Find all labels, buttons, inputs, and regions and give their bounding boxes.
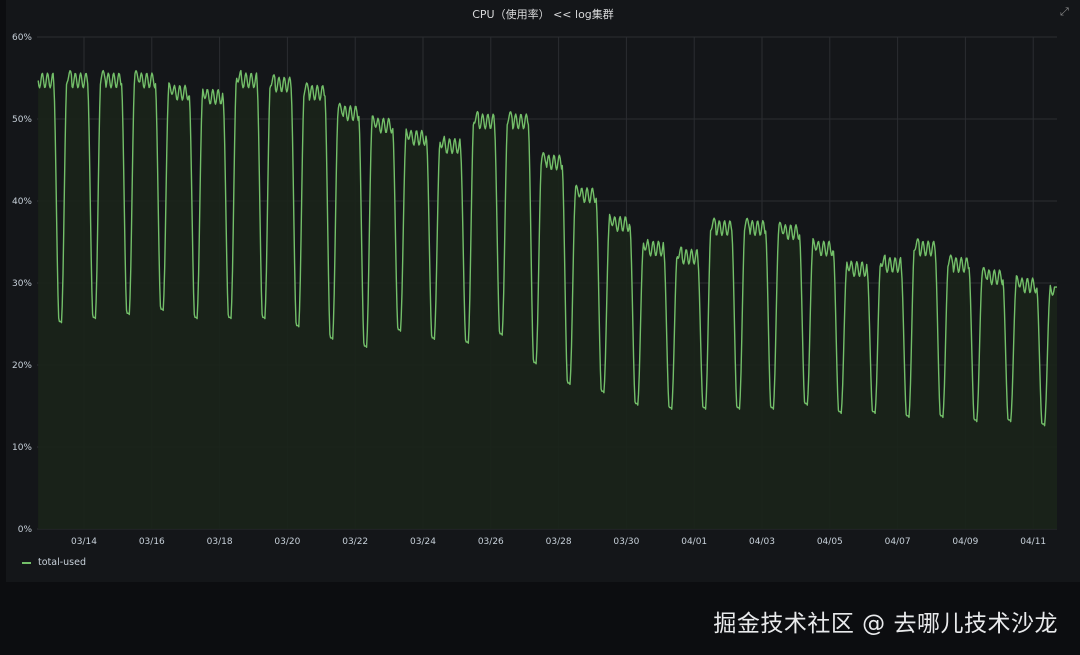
x-tick-label: 04/07 [885,537,911,547]
x-tick-label: 04/03 [749,537,775,547]
y-tick-label: 60% [12,33,32,43]
x-tick-label: 04/11 [1020,537,1046,547]
x-tick-label: 03/28 [546,537,572,547]
x-tick-label: 03/22 [342,537,368,547]
y-tick-label: 0% [18,525,33,535]
legend-label[interactable]: total-used [38,557,86,568]
y-tick-label: 30% [12,279,32,289]
x-tick-label: 03/20 [274,537,300,547]
y-tick-label: 10% [12,443,32,453]
x-tick-label: 03/26 [478,537,504,547]
watermark: 掘金技术社区 @ 去哪儿技术沙龙 [713,611,1058,637]
x-tick-label: 04/05 [817,537,843,547]
x-tick-label: 03/30 [613,537,639,547]
x-tick-label: 04/01 [681,537,707,547]
chart-svg: 0% 10% 20% 30% 40% 50% 60% 03/14 03/16 03/18 03/20… [12,33,1057,547]
legend[interactable]: total-used [22,557,86,568]
x-tick-label: 04/09 [952,537,978,547]
x-tick-label: 03/18 [207,537,233,547]
x-tick-label: 03/14 [71,537,97,547]
y-tick-label: 20% [12,361,32,371]
legend-swatch [22,561,31,564]
x-tick-label: 03/24 [410,537,436,547]
x-tick-label: 03/16 [139,537,165,547]
y-tick-label: 40% [12,197,32,207]
y-tick-label: 50% [12,115,32,125]
